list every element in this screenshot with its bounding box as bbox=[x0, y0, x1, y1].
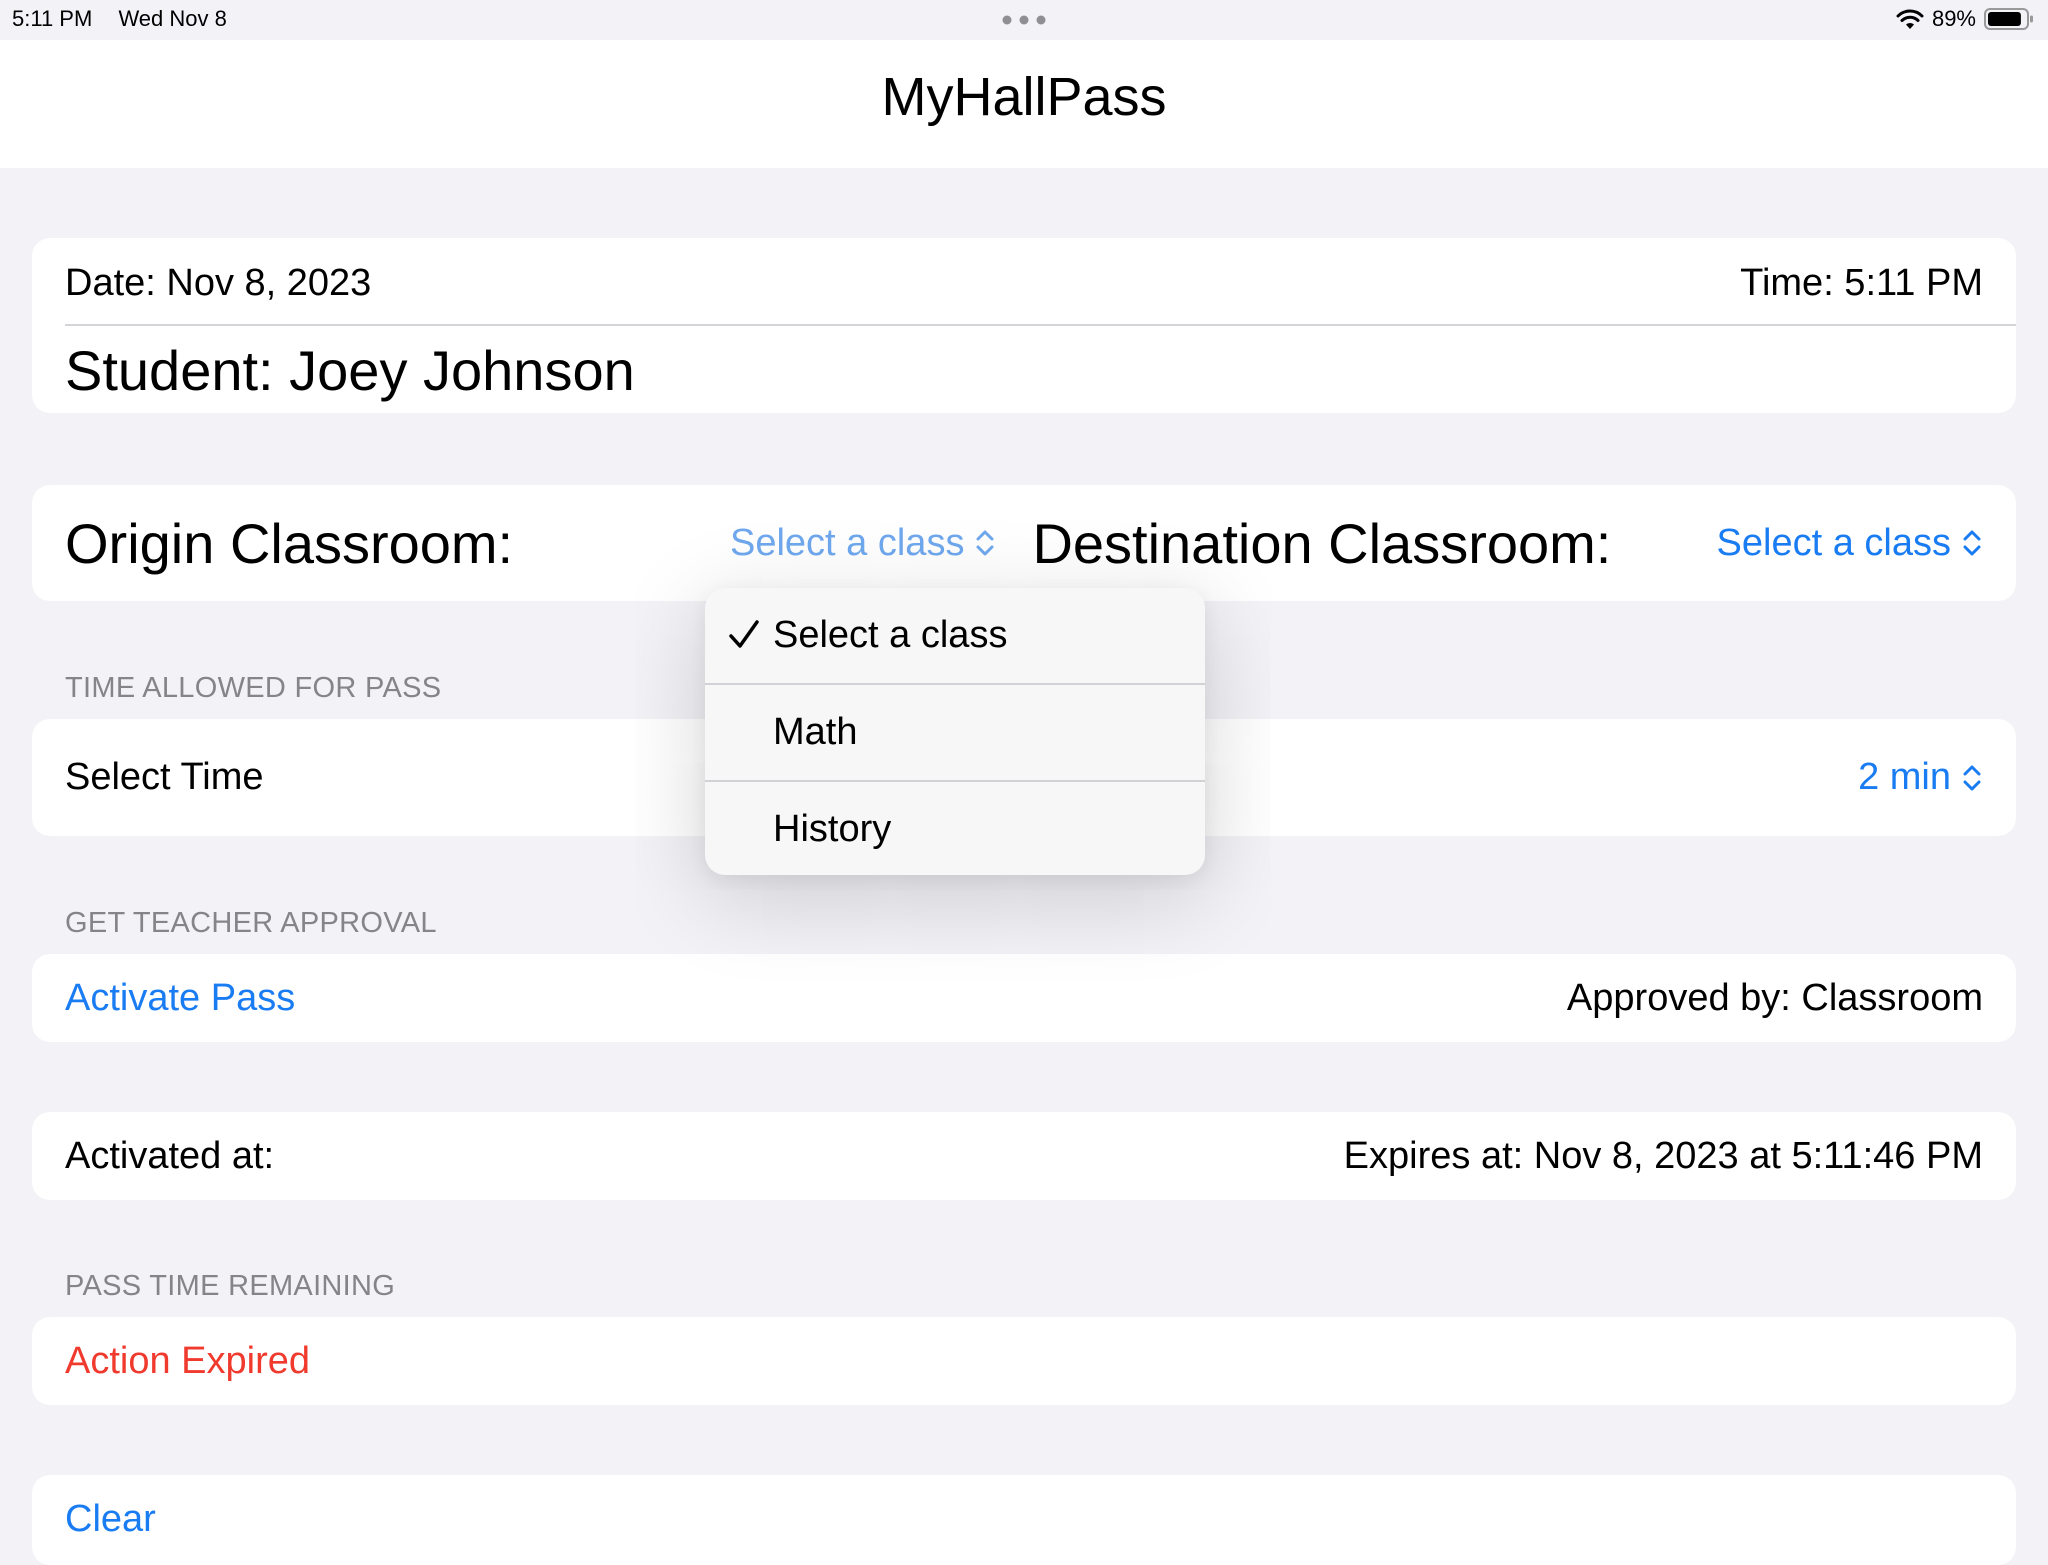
app-title: MyHallPass bbox=[881, 67, 1167, 127]
student-row: Student: Joey Johnson bbox=[65, 332, 1983, 408]
info-divider bbox=[65, 324, 2016, 326]
dropdown-option-label: Select a class bbox=[773, 614, 1008, 656]
clear-button[interactable]: Clear bbox=[65, 1498, 156, 1541]
status-right: 89% bbox=[1896, 6, 2034, 32]
status-bar: 5:11 PM Wed Nov 8 89% bbox=[0, 0, 2048, 40]
navigation-bar: MyHallPass bbox=[0, 40, 2048, 168]
expires-at-text: Expires at: Nov 8, 2023 at 5:11:46 PM bbox=[1343, 1134, 1983, 1177]
chevron-up-down-icon bbox=[1963, 765, 1981, 790]
remaining-row: Action Expired bbox=[65, 1317, 1983, 1405]
remaining-card: Action Expired bbox=[32, 1317, 2016, 1405]
destination-classroom-picker[interactable]: Select a class bbox=[1717, 522, 1983, 565]
select-time-label: Select Time bbox=[65, 756, 264, 798]
action-expired-text: Action Expired bbox=[65, 1339, 311, 1382]
dropdown-option-select-a-class[interactable]: Select a class bbox=[705, 588, 1205, 683]
approval-section-header: GET TEACHER APPROVAL bbox=[65, 907, 437, 939]
origin-picker-value: Select a class bbox=[730, 521, 965, 564]
remaining-section-header: PASS TIME REMAINING bbox=[65, 1270, 396, 1302]
activation-card: Activated at: Expires at: Nov 8, 2023 at… bbox=[32, 1112, 2016, 1200]
time-text: Time: 5:11 PM bbox=[1740, 261, 1983, 304]
status-time: 5:11 PM bbox=[12, 6, 93, 31]
activation-row: Activated at: Expires at: Nov 8, 2023 at… bbox=[65, 1112, 1983, 1200]
approval-card: Activate Pass Approved by: Classroom bbox=[32, 954, 2016, 1042]
clear-row: Clear bbox=[65, 1475, 1983, 1563]
battery-icon bbox=[1984, 8, 2033, 30]
dropdown-option-math[interactable]: Math bbox=[705, 685, 1205, 780]
chevron-up-down-icon bbox=[976, 530, 994, 556]
dropdown-option-label: History bbox=[773, 808, 892, 850]
approved-by-text: Approved by: Classroom bbox=[1566, 976, 1983, 1019]
student-name: Student: Joey Johnson bbox=[65, 338, 635, 402]
classroom-card: Origin Classroom: Select a class Destina… bbox=[32, 485, 2016, 601]
time-picker-value: 2 min bbox=[1858, 756, 1951, 798]
time-picker[interactable]: 2 min bbox=[1858, 756, 1983, 799]
destination-picker-value: Select a class bbox=[1716, 521, 1951, 564]
dropdown-option-label: Math bbox=[773, 711, 858, 753]
time-section-header: TIME ALLOWED FOR PASS bbox=[65, 672, 442, 704]
destination-classroom-label: Destination Classroom: bbox=[1032, 511, 1612, 575]
battery-percent: 89% bbox=[1931, 6, 1976, 31]
dropdown-option-history[interactable]: History bbox=[705, 782, 1205, 875]
clear-card: Clear bbox=[32, 1475, 2016, 1565]
origin-classroom-picker[interactable]: Select a class bbox=[730, 522, 996, 565]
activate-pass-button[interactable]: Activate Pass bbox=[65, 977, 295, 1020]
checkmark-icon bbox=[729, 620, 759, 648]
classroom-row: Origin Classroom: Select a class Destina… bbox=[65, 485, 1983, 601]
date-time-row: Date: Nov 8, 2023 Time: 5:11 PM bbox=[65, 258, 1983, 308]
student-info-card: Date: Nov 8, 2023 Time: 5:11 PM Student:… bbox=[32, 238, 2016, 413]
status-left: 5:11 PM Wed Nov 8 bbox=[12, 6, 247, 32]
multitasking-dots-icon[interactable] bbox=[1002, 15, 1046, 25]
battery-fill bbox=[1988, 12, 2021, 26]
wifi-icon bbox=[1896, 9, 1924, 29]
approval-row: Activate Pass Approved by: Classroom bbox=[65, 954, 1983, 1042]
origin-classroom-label: Origin Classroom: bbox=[65, 511, 514, 575]
date-text: Date: Nov 8, 2023 bbox=[65, 261, 372, 304]
status-date: Wed Nov 8 bbox=[118, 6, 227, 31]
origin-class-dropdown: Select a class Math History bbox=[705, 588, 1205, 875]
activated-at-text: Activated at: bbox=[65, 1134, 275, 1177]
chevron-up-down-icon bbox=[1963, 530, 1981, 556]
